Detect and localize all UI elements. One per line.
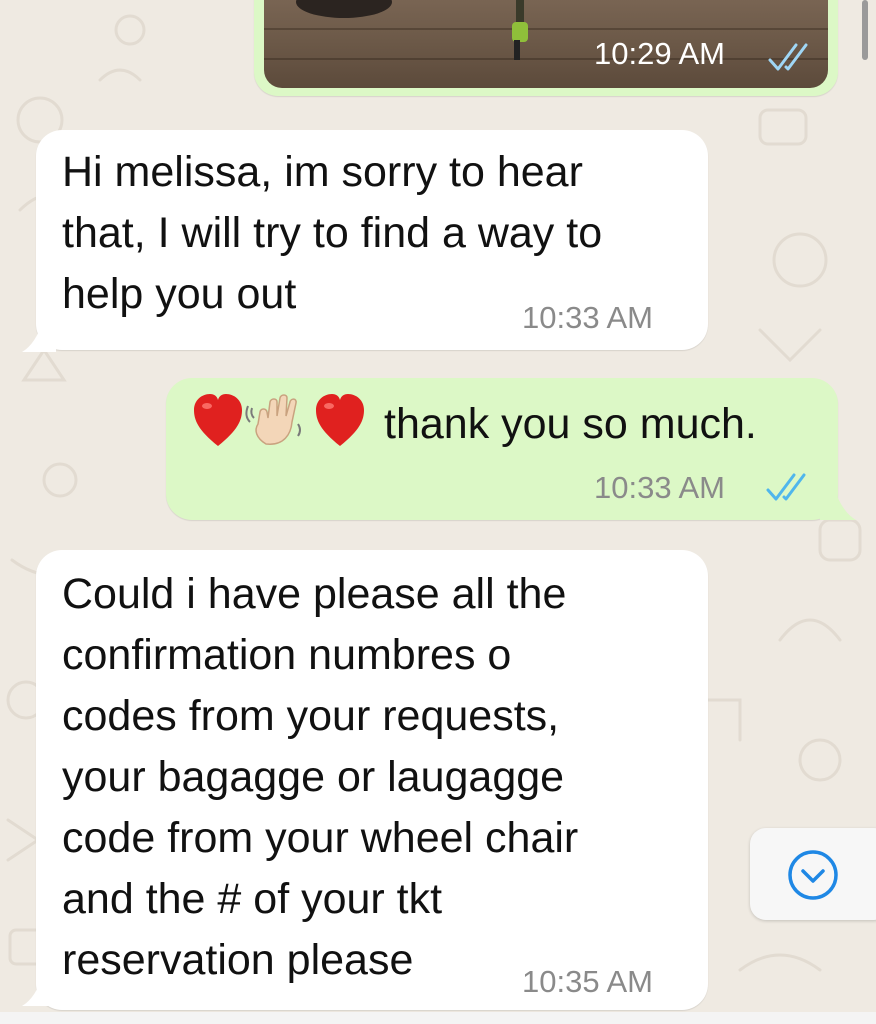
bubble-tail bbox=[22, 972, 56, 1006]
bubble-tail bbox=[22, 318, 56, 352]
message-timestamp: 10:33 AM bbox=[522, 300, 653, 335]
waving-hand-icon bbox=[245, 394, 301, 445]
composer-edge bbox=[0, 1012, 876, 1024]
bubble-tail bbox=[820, 488, 856, 520]
message-text: thank you so much. bbox=[384, 400, 757, 448]
read-ticks-icon bbox=[766, 473, 806, 501]
scroll-to-bottom-button[interactable] bbox=[750, 828, 876, 920]
chevron-down-circle-icon bbox=[788, 850, 838, 900]
red-heart-icon bbox=[194, 394, 242, 446]
photo-timestamp: 10:29 AM bbox=[594, 36, 725, 71]
message-text: Could i have please all the confirmation… bbox=[62, 570, 579, 984]
message-timestamp: 10:33 AM bbox=[594, 470, 725, 505]
read-ticks-icon bbox=[768, 43, 808, 71]
message-timestamp: 10:35 AM bbox=[522, 964, 653, 999]
red-heart-icon bbox=[316, 394, 364, 446]
emoji-group bbox=[194, 394, 364, 446]
shared-photo[interactable]: 10:29 AM bbox=[264, 0, 828, 88]
message-text: Hi melissa, im sorry to hear that, I wil… bbox=[62, 148, 603, 318]
scrollbar[interactable] bbox=[862, 0, 868, 60]
